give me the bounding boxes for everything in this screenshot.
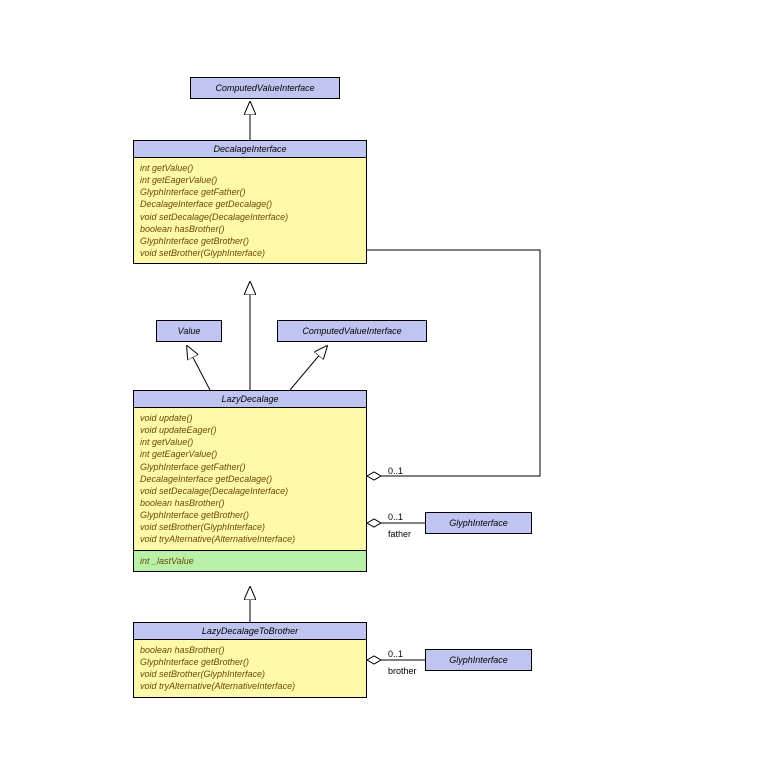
multiplicity-label: 0..1 — [388, 466, 403, 476]
class-title: LazyDecalageToBrother — [134, 623, 366, 640]
operation: void setDecalage(DecalageInterface) — [140, 211, 360, 223]
operation: int getEagerValue() — [140, 174, 360, 186]
class-lazy-decalage-to-brother: LazyDecalageToBrother boolean hasBrother… — [133, 622, 367, 698]
class-name: GlyphInterface — [449, 518, 508, 528]
operation: int getEagerValue() — [140, 448, 360, 460]
operation: void setBrother(GlyphInterface) — [140, 247, 360, 259]
operation: GlyphInterface getBrother() — [140, 235, 360, 247]
multiplicity-label: 0..1 — [388, 649, 403, 659]
class-name: GlyphInterface — [449, 655, 508, 665]
operation: boolean hasBrother() — [140, 644, 360, 656]
class-name: DecalageInterface — [213, 144, 286, 154]
operation: DecalageInterface getDecalage() — [140, 473, 360, 485]
operation: void tryAlternative(AlternativeInterface… — [140, 680, 360, 692]
class-title: DecalageInterface — [134, 141, 366, 158]
class-title: LazyDecalage — [134, 391, 366, 408]
operation: void setDecalage(DecalageInterface) — [140, 485, 360, 497]
class-computed-value-interface-top: ComputedValueInterface — [190, 77, 340, 99]
operation: void update() — [140, 412, 360, 424]
operation: void setBrother(GlyphInterface) — [140, 668, 360, 680]
class-glyph-interface-brother: GlyphInterface — [425, 649, 532, 671]
operation: void setBrother(GlyphInterface) — [140, 521, 360, 533]
operation: boolean hasBrother() — [140, 497, 360, 509]
role-label-father: father — [388, 529, 411, 539]
operation: GlyphInterface getFather() — [140, 186, 360, 198]
operation: DecalageInterface getDecalage() — [140, 198, 360, 210]
operations-compartment: boolean hasBrother() GlyphInterface getB… — [134, 640, 366, 697]
operation: void updateEager() — [140, 424, 360, 436]
operation: void tryAlternative(AlternativeInterface… — [140, 533, 360, 545]
class-name: LazyDecalageToBrother — [202, 626, 298, 636]
class-name: ComputedValueInterface — [302, 326, 401, 336]
uml-canvas: ComputedValueInterface DecalageInterface… — [0, 0, 780, 780]
multiplicity-label: 0..1 — [388, 512, 403, 522]
operation: GlyphInterface getBrother() — [140, 509, 360, 521]
attribute: int _lastValue — [140, 555, 360, 567]
operation: int getValue() — [140, 162, 360, 174]
class-name: ComputedValueInterface — [215, 83, 314, 93]
operations-compartment: int getValue() int getEagerValue() Glyph… — [134, 158, 366, 263]
operation: boolean hasBrother() — [140, 223, 360, 235]
class-name: Value — [178, 326, 201, 336]
operation: GlyphInterface getFather() — [140, 461, 360, 473]
class-lazy-decalage: LazyDecalage void update() void updateEa… — [133, 390, 367, 572]
class-glyph-interface-father: GlyphInterface — [425, 512, 532, 534]
class-decalage-interface: DecalageInterface int getValue() int get… — [133, 140, 367, 264]
operation: int getValue() — [140, 436, 360, 448]
connectors-layer — [0, 0, 780, 780]
role-label-brother: brother — [388, 666, 417, 676]
class-computed-value-interface-mid: ComputedValueInterface — [277, 320, 427, 342]
attributes-compartment: int _lastValue — [134, 550, 366, 571]
class-value: Value — [156, 320, 222, 342]
operations-compartment: void update() void updateEager() int get… — [134, 408, 366, 550]
class-name: LazyDecalage — [221, 394, 278, 404]
operation: GlyphInterface getBrother() — [140, 656, 360, 668]
